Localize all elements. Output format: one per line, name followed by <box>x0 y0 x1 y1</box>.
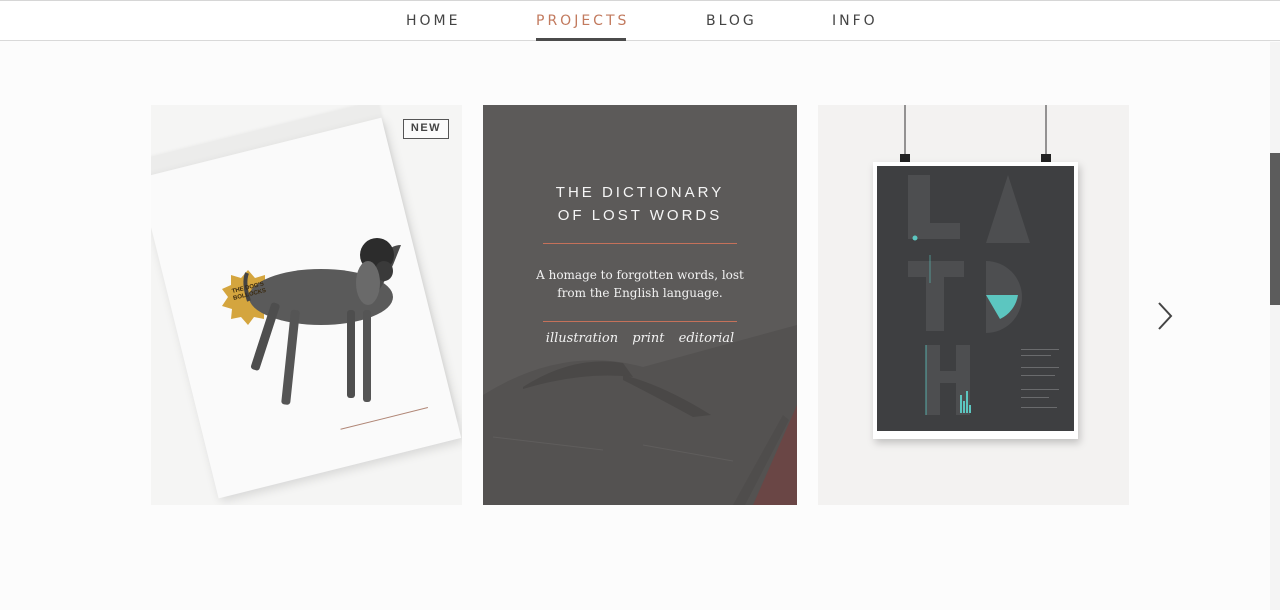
new-badge: NEW <box>403 119 449 139</box>
nav-projects[interactable]: PROJECTS <box>536 13 629 29</box>
project-card-poster[interactable] <box>818 105 1129 505</box>
tag-editorial: editorial <box>678 331 735 346</box>
chevron-right-icon[interactable] <box>1153 300 1177 332</box>
main-navigation: HOME PROJECTS BLOG INFO <box>0 1 1280 41</box>
nav-blog[interactable]: BLOG <box>706 13 757 29</box>
description-divider <box>543 321 737 322</box>
tag-print: print <box>632 331 665 346</box>
dog-silhouette <box>243 238 401 405</box>
project-description: A homage to forgotten words, lost from t… <box>536 268 744 300</box>
nav-home[interactable]: HOME <box>406 13 460 29</box>
project-card-dogs-bollocks[interactable]: THE DOG'S BOLLOCKS NEW <box>151 105 462 505</box>
scrollbar-thumb[interactable] <box>1270 153 1280 305</box>
tag-illustration: illustration <box>545 331 619 346</box>
project-title-line-1: THE DICTIONARY <box>555 184 725 201</box>
hanging-poster-image <box>873 105 1078 439</box>
nav-info[interactable]: INFO <box>832 13 878 29</box>
project-tags: illustration print editorial <box>483 331 797 346</box>
poster-dark-panel <box>877 166 1074 431</box>
project-title: THE DICTIONARY OF LOST WORDS <box>483 181 797 227</box>
page-scrollbar[interactable] <box>1270 42 1280 610</box>
open-book-background <box>483 325 797 505</box>
title-divider <box>543 243 737 244</box>
project-card-dictionary[interactable]: THE DICTIONARY OF LOST WORDS A homage to… <box>483 105 797 505</box>
dog-illustration <box>222 238 401 405</box>
active-nav-indicator <box>536 38 626 41</box>
project-title-line-2: OF LOST WORDS <box>557 207 723 224</box>
